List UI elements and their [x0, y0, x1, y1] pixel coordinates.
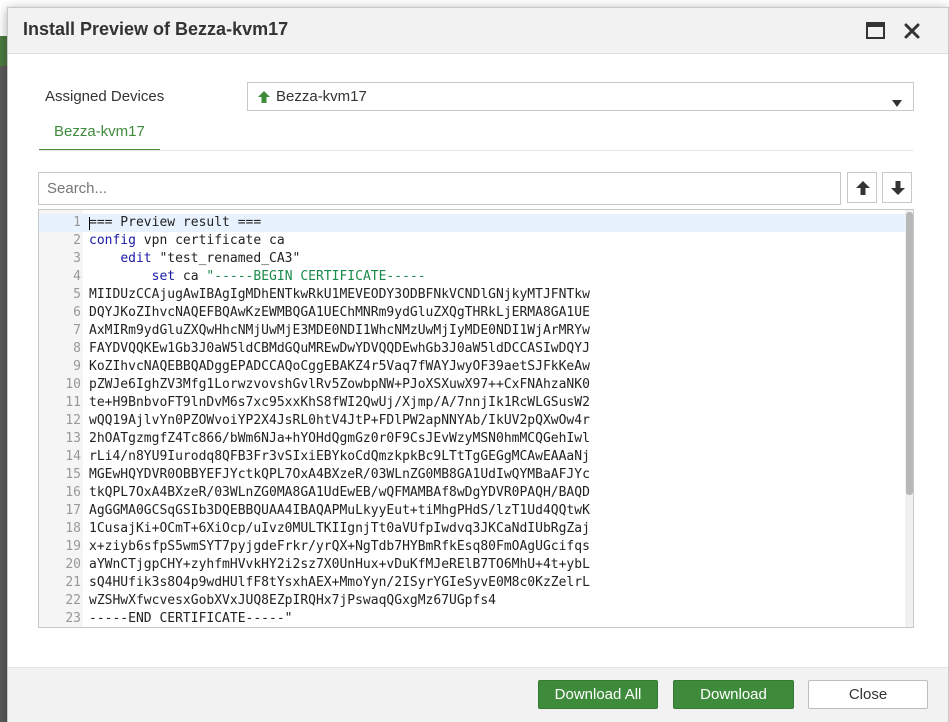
- code-text: sQ4HUfik3s8O4p9wdHUlfF8tYsxhAEX+MmoYyn/2…: [89, 575, 590, 590]
- code-line: 10 pZWJe6IghZV3Mfg1LorwzvovshGvlRv5ZowbpN…: [39, 376, 905, 394]
- download-all-button[interactable]: Download All: [538, 680, 658, 709]
- code-text: rLi4/n8YU9Iurodq8QFB3Fr3vSIxiEBYkoCdQmzk…: [89, 449, 590, 464]
- code-line: 4 set ca "-----BEGIN CERTIFICATE-----: [39, 268, 905, 286]
- dialog-title: Install Preview of Bezza-kvm17: [23, 19, 289, 39]
- code-text: wQQ19AjlvYn0PZOWvoiYP2X4JsRL0htV4JtP+FDl…: [89, 413, 590, 428]
- code-line: 20 aYWnCTjgpCHY+zyhfmHVvkHY2i2sz7X0UnHux+…: [39, 556, 905, 574]
- code-text: === Preview result ===: [89, 215, 262, 230]
- assigned-devices-row: Assigned Devices Bezza-kvm17: [8, 82, 948, 112]
- arrow-down-icon: [891, 181, 905, 195]
- line-number: 3: [73, 251, 81, 266]
- line-number: 13: [65, 431, 81, 446]
- code-line: 19 x+ziyb6sfpS5wmSYT7pyjgdeFrkr/yrQX+NgTd…: [39, 538, 905, 556]
- line-number: 6: [73, 305, 81, 320]
- code-line: 3 edit "test_renamed_CA3": [39, 250, 905, 268]
- code-line: 8 FAYDVQQKEw1Gb3J0aW5ldCBMdGQuMREwDwYDVQQ…: [39, 340, 905, 358]
- dialog-footer: Download All Download Close: [8, 667, 948, 722]
- code-text: 1CusajKi+OCmT+6XiOcp/uIvz0MULTKIIgnjTt0a…: [89, 521, 590, 536]
- arrow-up-icon: [856, 181, 870, 195]
- dialog-titlebar: Install Preview of Bezza-kvm17: [8, 8, 948, 54]
- code-line: 22 wZSHwXfwcvesxGobXVxJUQ8EZpIRQHx7jPswaq…: [39, 592, 905, 610]
- code-text: KoZIhvcNAQEBBQADggEPADCCAQoCggEBAKZ4r5Va…: [89, 359, 590, 374]
- code-text: DQYJKoZIhvcNAQEFBQAwKzEWMBQGA1UEChMNRm9y…: [89, 305, 590, 320]
- code-line: 18 1CusajKi+OCmT+6XiOcp/uIvz0MULTKIIgnjTt…: [39, 520, 905, 538]
- device-up-arrow-icon: [257, 90, 271, 104]
- line-number: 18: [65, 521, 81, 536]
- code-line: 23 -----END CERTIFICATE-----": [39, 610, 905, 627]
- preview-code-editor[interactable]: 1 === Preview result === 2 config vpn certi…: [38, 209, 914, 628]
- line-number: 5: [73, 287, 81, 302]
- line-number: 14: [65, 449, 81, 464]
- code-line: 16 tkQPL7OxA4BXzeR/03WLnZG0MA8GA1UdEwEB/w…: [39, 484, 905, 502]
- code-text: edit "test_renamed_CA3": [120, 251, 301, 266]
- code-text: AgGGMA0GCSqGSIb3DQEBBQUAA4IBAQAPMuLkyyEu…: [89, 503, 590, 518]
- maximize-icon[interactable]: [865, 20, 887, 42]
- code-line: 2 config vpn certificate ca: [39, 232, 905, 250]
- code-line: 12 wQQ19AjlvYn0PZOWvoiYP2X4JsRL0htV4JtP+F…: [39, 412, 905, 430]
- line-number: 2: [73, 233, 81, 248]
- tab-divider: [39, 150, 913, 151]
- next-match-button[interactable]: [882, 172, 912, 203]
- code-text: wZSHwXfwcvesxGobXVxJUQ8EZpIRQHx7jPswaqQG…: [89, 593, 496, 608]
- code-text: 2hOATgzmgfZ4Tc866/bWm6NJa+hYOHdQgmGz0r0F…: [89, 431, 590, 446]
- code-text: pZWJe6IghZV3Mfg1LorwzvovshGvlRv5ZowbpNW+…: [89, 377, 590, 392]
- line-number: 9: [73, 359, 81, 374]
- assigned-devices-select[interactable]: Bezza-kvm17: [247, 82, 914, 111]
- search-input[interactable]: [38, 172, 841, 205]
- line-number: 20: [65, 557, 81, 572]
- line-number: 8: [73, 341, 81, 356]
- line-number: 22: [65, 593, 81, 608]
- previous-match-button[interactable]: [847, 172, 877, 203]
- line-number: 1: [73, 215, 81, 230]
- chevron-down-icon: [892, 94, 902, 107]
- line-number: 12: [65, 413, 81, 428]
- download-button[interactable]: Download: [673, 680, 794, 709]
- code-text: te+H9BnbvoFT9lnDvM6s7xc95xxKhS8fWI2QwUj/…: [89, 395, 590, 410]
- code-text: aYWnCTjgpCHY+zyhfmHVvkHY2i2sz7X0UnHux+vD…: [89, 557, 590, 572]
- code-line: 5 MIIDUzCCAjugAwIBAgIgMDhENTkwRkU1MEVEODY…: [39, 286, 905, 304]
- code-line: 9 KoZIhvcNAQEBBQADggEPADCCAQoCggEBAKZ4r5V…: [39, 358, 905, 376]
- scrollbar-thumb[interactable]: [906, 212, 913, 495]
- install-preview-dialog: Install Preview of Bezza-kvm17 Assigned …: [7, 7, 949, 722]
- line-number: 15: [65, 467, 81, 482]
- close-icon[interactable]: [901, 20, 923, 42]
- code-line: 7 AxMIRm9ydGluZXQwHhcNMjUwMjE3MDE0NDI1Whc…: [39, 322, 905, 340]
- vertical-scrollbar[interactable]: [905, 210, 913, 627]
- code-line: 6 DQYJKoZIhvcNAQEFBQAwKzEWMBQGA1UEChMNRm9…: [39, 304, 905, 322]
- close-button[interactable]: Close: [808, 680, 928, 709]
- code-line: 15 MGEwHQYDVR0OBBYEFJYctkQPL7OxA4BXzeR/03…: [39, 466, 905, 484]
- line-number: 23: [65, 611, 81, 626]
- line-number: 16: [65, 485, 81, 500]
- assigned-devices-label: Assigned Devices: [45, 88, 165, 105]
- code-line: 17 AgGGMA0GCSqGSIb3DQEBBQUAA4IBAQAPMuLkyy…: [39, 502, 905, 520]
- code-line: 11 te+H9BnbvoFT9lnDvM6s7xc95xxKhS8fWI2QwU…: [39, 394, 905, 412]
- line-number: 4: [73, 269, 81, 284]
- code-line: 13 2hOATgzmgfZ4Tc866/bWm6NJa+hYOHdQgmGz0r…: [39, 430, 905, 448]
- line-number: 10: [65, 377, 81, 392]
- code-text: tkQPL7OxA4BXzeR/03WLnZG0MA8GA1UdEwEB/wQF…: [89, 485, 590, 500]
- code-line: 1 === Preview result ===: [39, 214, 905, 232]
- line-number: 21: [65, 575, 81, 590]
- code-text: MIIDUzCCAjugAwIBAgIgMDhENTkwRkU1MEVEODY3…: [89, 287, 590, 302]
- code-text: x+ziyb6sfpS5wmSYT7pyjgdeFrkr/yrQX+NgTdb7…: [89, 539, 590, 554]
- code-text: MGEwHQYDVR0OBBYEFJYctkQPL7OxA4BXzeR/03WL…: [89, 467, 590, 482]
- selected-device-value: Bezza-kvm17: [276, 88, 367, 105]
- text-cursor: [89, 217, 90, 230]
- line-number: 11: [65, 395, 81, 410]
- line-number: 17: [65, 503, 81, 518]
- tab-device-label: Bezza-kvm17: [54, 123, 145, 140]
- line-number: 7: [73, 323, 81, 338]
- code-text: config vpn certificate ca: [89, 233, 285, 248]
- tab-device[interactable]: Bezza-kvm17: [39, 118, 160, 151]
- code-text: FAYDVQQKEw1Gb3J0aW5ldCBMdGQuMREwDwYDVQQD…: [89, 341, 590, 356]
- code-line: 14 rLi4/n8YU9Iurodq8QFB3Fr3vSIxiEBYkoCdQm…: [39, 448, 905, 466]
- line-number: 19: [65, 539, 81, 554]
- code-text: -----END CERTIFICATE-----": [89, 611, 293, 626]
- code-text: set ca "-----BEGIN CERTIFICATE-----: [151, 269, 426, 284]
- code-line: 21 sQ4HUfik3s8O4p9wdHUlfF8tYsxhAEX+MmoYyn…: [39, 574, 905, 592]
- code-text: AxMIRm9ydGluZXQwHhcNMjUwMjE3MDE0NDI1WhcN…: [89, 323, 590, 338]
